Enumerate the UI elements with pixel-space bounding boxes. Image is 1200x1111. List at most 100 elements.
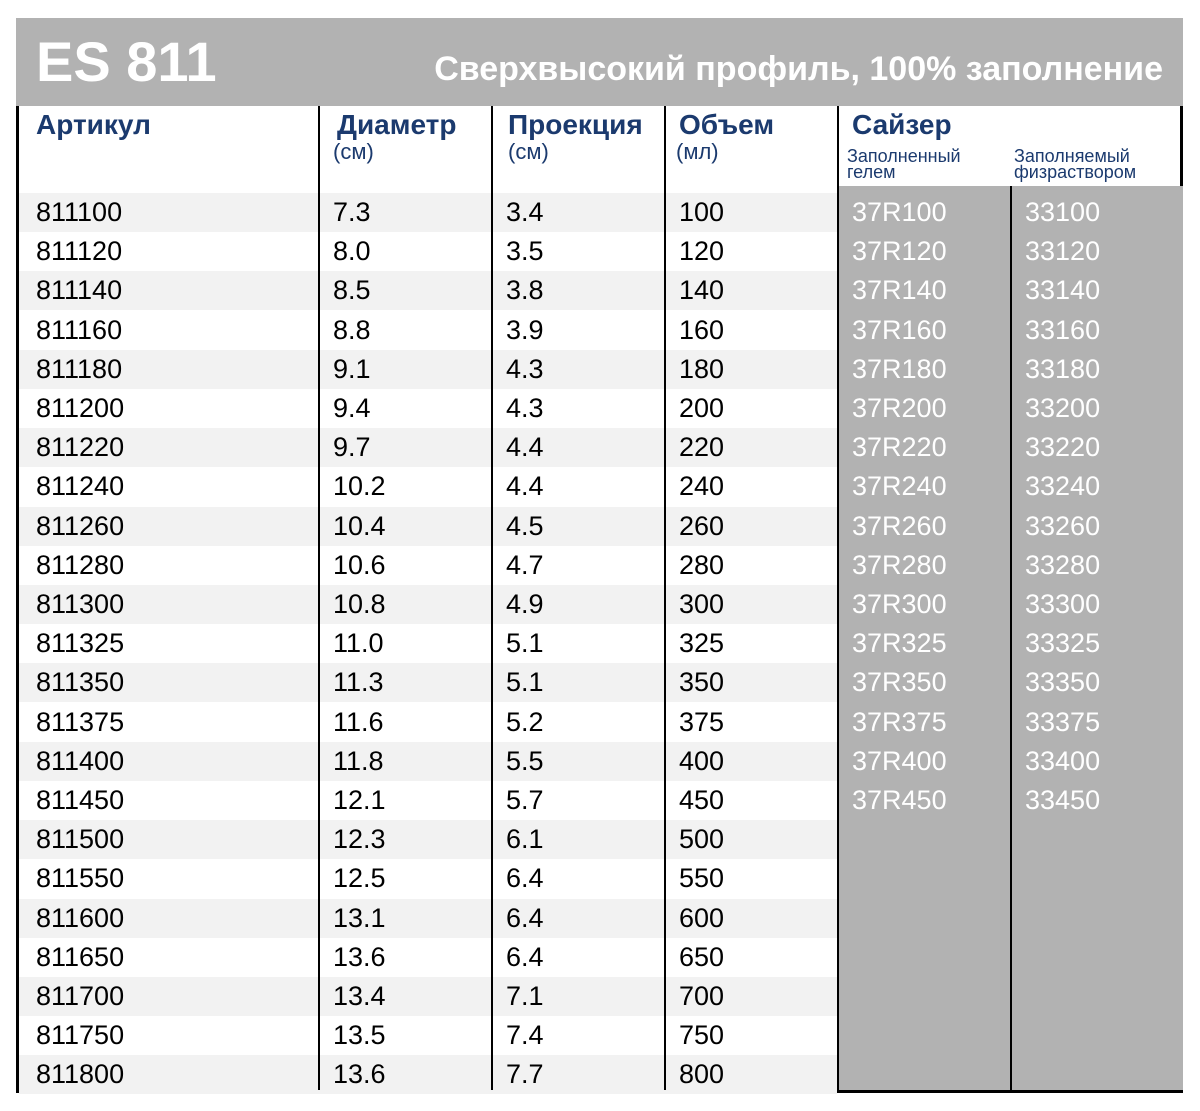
- cell-diameter: 11.0: [333, 628, 384, 659]
- cell-projection: 4.4: [506, 471, 544, 502]
- cell-sizer-gel: 37R240: [852, 471, 947, 502]
- cell-diameter: 12.3: [333, 824, 386, 855]
- cell-sizer-saline: 33200: [1025, 393, 1101, 423]
- cell-sizer-gel: 37R450: [852, 785, 947, 815]
- cell-diameter: 9.7: [333, 432, 371, 463]
- cell-diameter: 13.1: [333, 902, 386, 933]
- cell-volume: 325: [679, 628, 725, 659]
- cell-article: 811300: [36, 589, 125, 619]
- cell-article: 811160: [36, 314, 123, 345]
- cell-projection: 5.7: [506, 785, 544, 815]
- cell-sizer-saline: 33400: [1025, 745, 1101, 776]
- header-sizer-gel: Заполненный гелем: [847, 146, 961, 182]
- cell-sizer-saline: 33180: [1025, 353, 1101, 384]
- cell-article: 811325: [36, 628, 125, 659]
- header-volume: Объем: [679, 109, 775, 140]
- header-sizer: Сайзер: [852, 109, 952, 140]
- cell-sizer-gel: 37R300: [852, 589, 947, 619]
- cell-volume: 140: [679, 275, 725, 306]
- cell-diameter: 13.5: [333, 1020, 386, 1051]
- cell-diameter: 12.1: [333, 785, 386, 815]
- cell-volume: 300: [679, 589, 725, 619]
- cell-volume: 200: [679, 393, 725, 423]
- cell-article: 811280: [36, 549, 125, 580]
- column-divider: [491, 106, 493, 1090]
- cell-volume: 260: [679, 510, 725, 541]
- cell-article: 811350: [36, 667, 125, 698]
- cell-diameter: 8.5: [333, 275, 371, 306]
- cell-sizer-saline: 33220: [1025, 432, 1101, 463]
- cell-volume: 240: [679, 471, 725, 502]
- cell-projection: 6.4: [506, 902, 544, 933]
- header-diameter: Диаметр: [337, 109, 457, 140]
- cell-diameter: 8.8: [333, 314, 371, 345]
- cell-article: 811375: [36, 706, 125, 737]
- cell-article: 811100: [36, 197, 123, 227]
- cell-article: 811550: [36, 863, 125, 894]
- cell-sizer-saline: 33300: [1025, 589, 1101, 619]
- title-bar: ES 811 Сверхвысокий профиль, 100% заполн…: [16, 18, 1183, 106]
- cell-article: 811220: [36, 432, 125, 463]
- cell-sizer-gel: 37R200: [852, 393, 947, 423]
- cell-sizer-saline: 33325: [1025, 628, 1101, 659]
- cell-sizer-saline: 33140: [1025, 275, 1101, 306]
- header-diameter-unit: (см): [333, 139, 374, 164]
- cell-article: 811400: [36, 745, 125, 776]
- cell-article: 811200: [36, 393, 125, 423]
- cell-volume: 700: [679, 981, 725, 1011]
- cell-article: 811180: [36, 353, 123, 384]
- cell-diameter: 10.2: [333, 471, 386, 502]
- cell-diameter: 12.5: [333, 863, 386, 894]
- cell-diameter: 13.6: [333, 941, 386, 972]
- cell-projection: 3.9: [506, 314, 544, 345]
- cell-article: 811120: [36, 236, 123, 267]
- cell-projection: 7.1: [506, 981, 544, 1011]
- cell-article: 811800: [36, 1059, 125, 1090]
- cell-sizer-saline: 33450: [1025, 785, 1101, 815]
- cell-volume: 750: [679, 1020, 725, 1051]
- cell-projection: 3.5: [506, 236, 544, 267]
- cell-projection: 5.1: [506, 628, 544, 659]
- cell-diameter: 13.4: [333, 981, 386, 1011]
- header-projection: Проекция: [508, 109, 643, 140]
- cell-article: 811750: [36, 1020, 125, 1051]
- header-projection-unit: (см): [508, 139, 549, 164]
- cell-article: 811500: [36, 824, 125, 855]
- cell-projection: 4.3: [506, 393, 544, 423]
- cell-article: 811260: [36, 510, 125, 541]
- header-sizer-saline: Заполняемый физраствором: [1014, 146, 1137, 182]
- cell-diameter: 9.1: [333, 353, 371, 384]
- cell-volume: 450: [679, 785, 725, 815]
- cell-sizer-saline: 33240: [1025, 471, 1101, 502]
- cell-diameter: 11.8: [333, 745, 384, 776]
- column-divider: [318, 106, 320, 1090]
- cell-sizer-gel: 37R350: [852, 667, 947, 698]
- product-code: ES 811: [36, 30, 217, 93]
- cell-volume: 160: [679, 314, 725, 345]
- cell-diameter: 10.8: [333, 589, 386, 619]
- cell-volume: 220: [679, 432, 725, 463]
- spec-table: Артикул Диаметр (см) Проекция (см) Объем…: [16, 106, 1183, 1095]
- cell-volume: 100: [679, 197, 725, 227]
- cell-volume: 600: [679, 902, 725, 933]
- cell-sizer-gel: 37R220: [852, 432, 947, 463]
- cell-projection: 6.1: [506, 824, 544, 855]
- cell-article: 811600: [36, 902, 125, 933]
- column-divider: [1010, 186, 1012, 1090]
- cell-volume: 280: [679, 549, 725, 580]
- cell-projection: 4.3: [506, 353, 544, 384]
- cell-volume: 650: [679, 941, 725, 972]
- header-volume-unit: (мл): [676, 139, 719, 164]
- cell-sizer-gel: 37R280: [852, 549, 947, 580]
- cell-projection: 4.9: [506, 589, 544, 619]
- cell-article: 811450: [36, 785, 125, 815]
- cell-projection: 7.4: [506, 1020, 544, 1051]
- cell-sizer-saline: 33120: [1025, 236, 1101, 267]
- cell-volume: 375: [679, 706, 725, 737]
- cell-projection: 6.4: [506, 863, 544, 894]
- cell-volume: 180: [679, 353, 725, 384]
- cell-diameter: 10.4: [333, 510, 386, 541]
- cell-diameter: 8.0: [333, 236, 371, 267]
- cell-sizer-saline: 33375: [1025, 706, 1101, 737]
- cell-projection: 4.4: [506, 432, 544, 463]
